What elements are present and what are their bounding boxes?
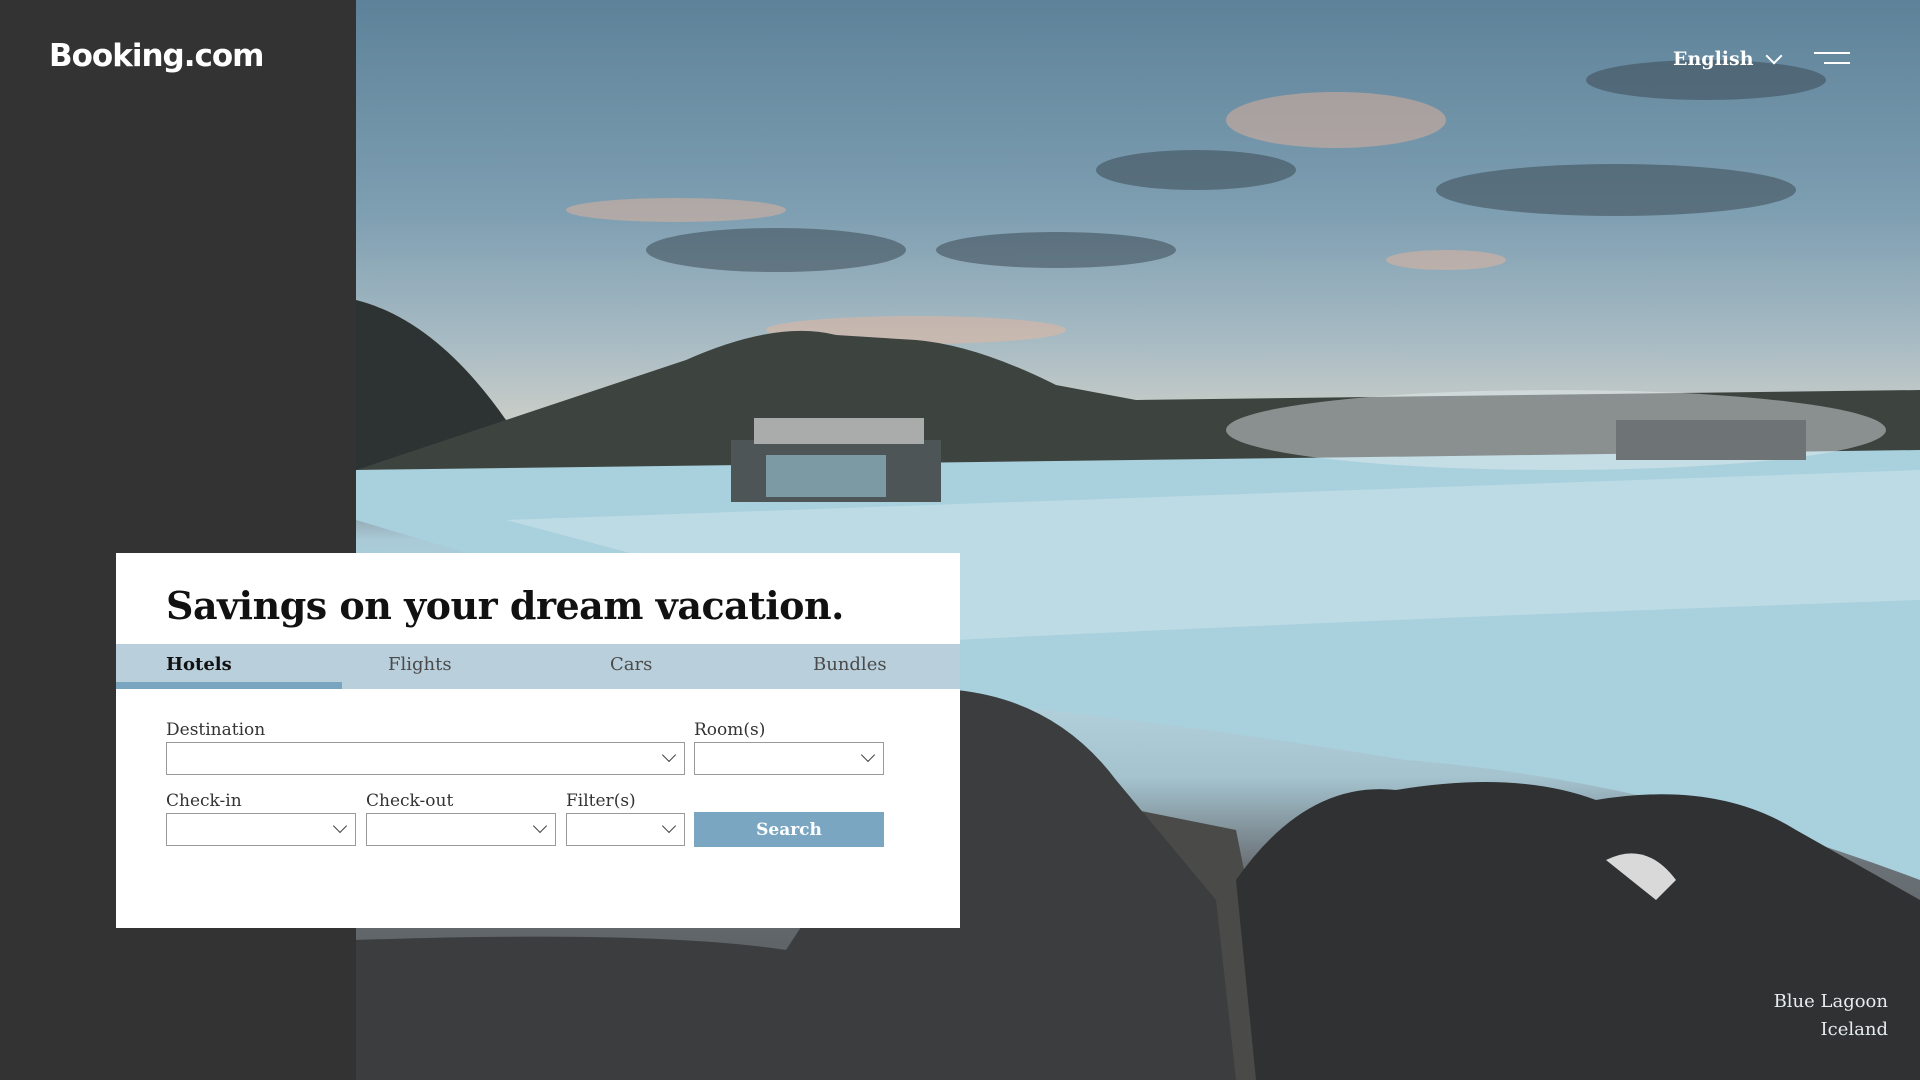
filters-select[interactable] <box>566 813 685 846</box>
search-button[interactable]: Search <box>694 812 884 847</box>
search-card: Savings on your dream vacation. Hotels F… <box>116 553 960 928</box>
language-selector[interactable]: English <box>1673 47 1783 70</box>
destination-select[interactable] <box>166 742 685 775</box>
chevron-down-icon <box>532 818 548 834</box>
tab-bar: Hotels Flights Cars Bundles <box>116 644 960 689</box>
checkout-label: Check-out <box>366 791 454 811</box>
tab-cars[interactable]: Cars <box>610 644 652 689</box>
rooms-label: Room(s) <box>694 720 766 740</box>
tab-bundles[interactable]: Bundles <box>813 644 887 689</box>
checkin-label: Check-in <box>166 791 242 811</box>
checkin-select[interactable] <box>166 813 356 846</box>
photo-caption: Blue Lagoon Iceland <box>1774 988 1888 1044</box>
tab-flights[interactable]: Flights <box>388 644 452 689</box>
tab-hotels[interactable]: Hotels <box>166 644 232 689</box>
chevron-down-icon <box>661 818 677 834</box>
language-label: English <box>1673 48 1754 70</box>
card-title: Savings on your dream vacation. <box>166 583 844 628</box>
chevron-down-icon <box>661 747 677 763</box>
chevron-down-icon <box>332 818 348 834</box>
caption-country: Iceland <box>1820 1019 1888 1040</box>
chevron-down-icon <box>1765 47 1783 65</box>
hamburger-menu-icon[interactable] <box>1814 52 1850 66</box>
chevron-down-icon <box>860 747 876 763</box>
booking-logo[interactable]: Booking.com <box>49 38 264 74</box>
caption-location: Blue Lagoon <box>1773 991 1888 1012</box>
filters-label: Filter(s) <box>566 791 636 811</box>
destination-label: Destination <box>166 720 266 740</box>
checkout-select[interactable] <box>366 813 556 846</box>
rooms-select[interactable] <box>694 742 884 775</box>
